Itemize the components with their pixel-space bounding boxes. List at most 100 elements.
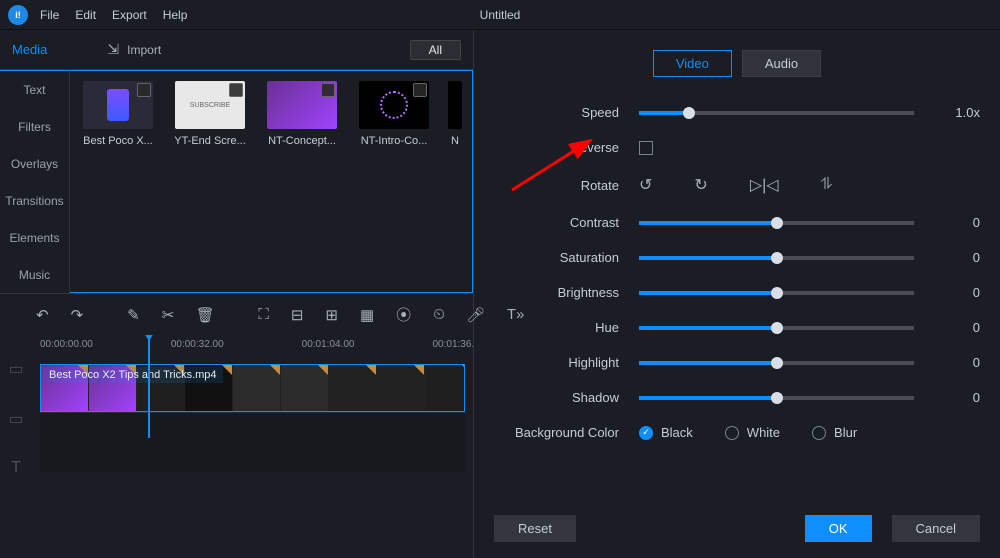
media-thumb[interactable] — [359, 81, 429, 129]
menu-export[interactable]: Export — [112, 8, 147, 22]
sidebar-item-music[interactable]: Music — [0, 256, 69, 293]
sidebar-item-text[interactable]: Text — [0, 71, 69, 108]
speed-icon[interactable]: ⏲ — [433, 306, 445, 324]
bgcolor-radio-white[interactable]: White — [725, 425, 780, 440]
time-ruler[interactable]: 00:00:00.00 00:00:32.00 00:01:04.00 00:0… — [40, 339, 465, 358]
label-bgcolor: Background Color — [494, 425, 639, 440]
hue-slider[interactable] — [639, 326, 914, 330]
time-mark: 00:00:32.00 — [171, 339, 224, 350]
speed-value: 1.0x — [930, 105, 980, 120]
media-thumb[interactable]: SUBSCRIBE — [175, 81, 245, 129]
cancel-button[interactable]: Cancel — [892, 515, 980, 542]
label-brightness: Brightness — [494, 285, 639, 300]
video-track-icon[interactable]: ▭ — [8, 359, 23, 379]
tab-video[interactable]: Video — [653, 50, 732, 77]
add-media-icon[interactable]: ⊞ — [325, 306, 338, 324]
label-highlight: Highlight — [494, 355, 639, 370]
playhead[interactable] — [148, 337, 150, 438]
label-speed: Speed — [494, 105, 639, 120]
redo-icon[interactable]: ↷ — [71, 306, 84, 324]
thumb-checkbox-icon[interactable] — [321, 83, 335, 97]
saturation-slider[interactable] — [639, 256, 914, 260]
label-rotate: Rotate — [494, 178, 639, 193]
label-saturation: Saturation — [494, 250, 639, 265]
sidebar-item-overlays[interactable]: Overlays — [0, 145, 69, 182]
video-track-clip[interactable]: Best Poco X2 Tips and Tricks.mp4 — [40, 364, 465, 412]
shadow-slider[interactable] — [639, 396, 914, 400]
edit-icon[interactable]: ✎ — [127, 306, 140, 324]
app-logo-icon: i! — [8, 5, 28, 25]
split-icon[interactable]: ⊟ — [291, 306, 304, 324]
cut-icon[interactable]: ✂ — [162, 306, 175, 324]
shadow-value: 0 — [930, 390, 980, 405]
reverse-checkbox[interactable] — [639, 141, 653, 155]
brightness-slider[interactable] — [639, 291, 914, 295]
filter-all-pill[interactable]: All — [410, 40, 461, 60]
highlight-value: 0 — [930, 355, 980, 370]
clip-filename: Best Poco X2 Tips and Tricks.mp4 — [43, 367, 223, 383]
rotate-cw-icon[interactable]: ↻ — [694, 175, 707, 195]
delete-icon[interactable]: 🗑 — [196, 306, 214, 324]
saturation-value: 0 — [930, 250, 980, 265]
tab-media[interactable]: Media — [12, 42, 47, 57]
label-contrast: Contrast — [494, 215, 639, 230]
track-type-rail: ▭ ▭ T — [0, 335, 32, 558]
left-panel: Media ⇲ Import All Text Filters Overlays… — [0, 30, 474, 558]
brightness-value: 0 — [930, 285, 980, 300]
hue-value: 0 — [930, 320, 980, 335]
media-category-sidebar: Text Filters Overlays Transitions Elemen… — [0, 70, 70, 293]
undo-icon[interactable]: ↶ — [36, 306, 49, 324]
tab-audio[interactable]: Audio — [742, 50, 821, 77]
timeline[interactable]: 00:00:00.00 00:00:32.00 00:01:04.00 00:0… — [32, 335, 473, 558]
thumb-checkbox-icon[interactable] — [413, 83, 427, 97]
radio-label: White — [747, 425, 780, 440]
reset-button[interactable]: Reset — [494, 515, 576, 542]
timeline-toolbar: ↶ ↷ ✎ ✂ 🗑 ⛶ ⊟ ⊞ ▦ ⦿ ⏲ 🎤︎ T» — [0, 293, 473, 335]
bgcolor-radio-black[interactable]: Black — [639, 425, 693, 440]
import-icon: ⇲ — [107, 41, 119, 58]
label-reverse: Reverse — [494, 140, 639, 155]
text-track-icon[interactable]: T — [11, 459, 21, 477]
label-hue: Hue — [494, 320, 639, 335]
flip-horizontal-icon[interactable]: ▷|◁ — [750, 175, 779, 195]
time-mark: 00:01:36.00 — [432, 339, 473, 350]
thumb-label: NT-Intro-Co... — [354, 135, 434, 147]
properties-panel: Video Audio Speed 1.0x Reverse Rotate ↺ … — [474, 30, 1000, 558]
import-label: Import — [127, 43, 161, 57]
media-thumb[interactable] — [448, 81, 462, 129]
media-thumbnails: Best Poco X... SUBSCRIBE YT-End Scre... … — [70, 70, 473, 293]
import-button[interactable]: ⇲ Import — [107, 41, 161, 58]
thumb-label: N — [446, 135, 464, 147]
thumb-label: NT-Concept... — [262, 135, 342, 147]
sidebar-item-transitions[interactable]: Transitions — [0, 182, 69, 219]
thumb-label: Best Poco X... — [78, 135, 158, 147]
contrast-value: 0 — [930, 215, 980, 230]
radio-label: Blur — [834, 425, 857, 440]
mosaic-icon[interactable]: ▦ — [360, 306, 374, 324]
contrast-slider[interactable] — [639, 221, 914, 225]
thumb-label: YT-End Scre... — [170, 135, 250, 147]
bgcolor-radio-blur[interactable]: Blur — [812, 425, 857, 440]
highlight-slider[interactable] — [639, 361, 914, 365]
media-thumb[interactable] — [267, 81, 337, 129]
rotate-ccw-icon[interactable]: ↺ — [639, 175, 652, 195]
sidebar-item-elements[interactable]: Elements — [0, 219, 69, 256]
menu-help[interactable]: Help — [163, 8, 188, 22]
sidebar-item-filters[interactable]: Filters — [0, 108, 69, 145]
empty-track-zone[interactable] — [40, 412, 465, 472]
time-mark: 00:01:04.00 — [302, 339, 355, 350]
speed-slider[interactable] — [639, 111, 914, 115]
crop-icon[interactable]: ⛶ — [258, 306, 269, 324]
thumb-checkbox-icon[interactable] — [229, 83, 243, 97]
menu-edit[interactable]: Edit — [75, 8, 96, 22]
radio-label: Black — [661, 425, 693, 440]
ok-button[interactable]: OK — [805, 515, 872, 542]
audio-track-icon[interactable]: ▭ — [8, 409, 23, 429]
media-thumb[interactable] — [83, 81, 153, 129]
flip-vertical-icon[interactable]: ⥮ — [821, 176, 833, 194]
window-title: Untitled — [480, 8, 521, 22]
record-icon[interactable]: ⦿ — [396, 306, 411, 324]
label-shadow: Shadow — [494, 390, 639, 405]
thumb-checkbox-icon[interactable] — [137, 83, 151, 97]
menu-file[interactable]: File — [40, 8, 59, 22]
